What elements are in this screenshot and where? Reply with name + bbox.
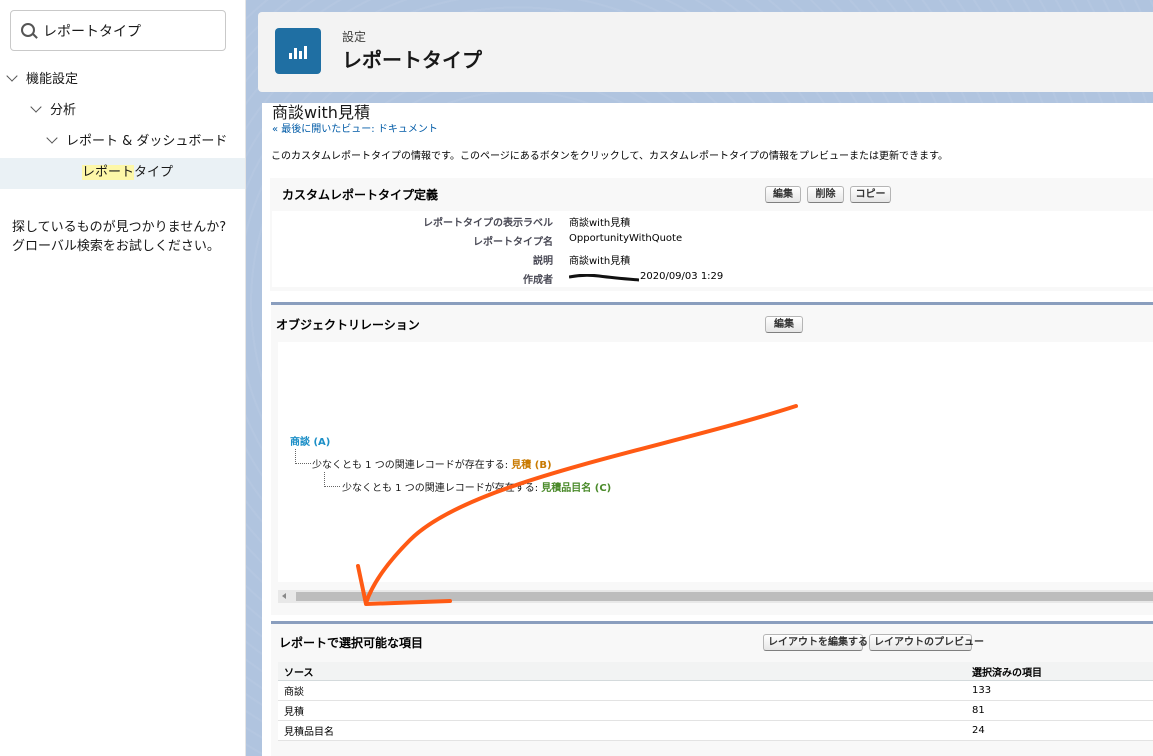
related-object-c: 少なくとも 1 つの関連レコードが存在する: 見積品目名 (C) (342, 483, 612, 494)
scroll-left-icon[interactable] (282, 593, 286, 599)
tree-item-analytics[interactable]: 分析 (30, 99, 77, 123)
report-type-detail: 商談with見積 « 最後に開いたビュー: ドキュメント このカスタムレポートタ… (262, 103, 1153, 756)
chevron-down-icon[interactable] (30, 101, 42, 113)
edit-relations-button[interactable]: 編集 (765, 316, 803, 333)
preview-layout-button[interactable]: レイアウトのプレビュー (869, 634, 984, 651)
breadcrumb: 設定 (342, 30, 367, 44)
tree-item-label: レポート & ダッシュボード (66, 134, 228, 149)
horizontal-scrollbar[interactable] (278, 590, 1153, 603)
source-cell: 見積品目名 (278, 720, 966, 741)
report-chart-icon (275, 28, 321, 74)
detail-row: 説明 商談with見積 (272, 249, 1153, 269)
report-fields-section: レポートで選択可能な項目 レイアウトを編集する レイアウトのプレビュー ソース … (271, 621, 1153, 756)
search-icon (21, 23, 35, 37)
created-date: 2020/09/03 1:29 (640, 271, 724, 282)
table-row: 見積 81 (278, 700, 1153, 721)
source-cell: 商談 (278, 680, 966, 701)
fields-table: ソース 選択済みの項目 商談 133 見積 81 見積品目名 24 (278, 662, 1153, 741)
not-found-line1: 探しているものが見つかりませんか? (12, 220, 227, 235)
back-to-list-link[interactable]: « 最後に開いたビュー: ドキュメント (272, 120, 438, 135)
tree-connector (295, 449, 311, 464)
tree-item-label: 機能設定 (26, 72, 79, 87)
relation-diagram: 商談 (A) 少なくとも 1 つの関連レコードが存在する: 見積 (B) 少なく… (278, 342, 1153, 582)
field-value: 商談with見積 (569, 218, 631, 229)
field-label: レポートタイプ名 (473, 237, 553, 248)
page-title: レポートタイプ (342, 48, 482, 72)
field-value: OpportunityWithQuote (569, 233, 683, 244)
label-rest: タイプ (134, 165, 174, 180)
related-object-b: 少なくとも 1 つの関連レコードが存在する: 見積 (B) (312, 460, 552, 471)
scrollbar-thumb[interactable] (296, 592, 1153, 601)
tree-item-label: 分析 (50, 103, 77, 118)
not-found-help-text: 探しているものが見つかりませんか? グローバル検索をお試しください。 (12, 218, 226, 256)
section-title: オブジェクトリレーション (276, 318, 420, 332)
page-header: 設定 レポートタイプ (258, 12, 1153, 92)
page-description: このカスタムレポートタイプの情報です。このページにあるボタンをクリックして、カス… (271, 151, 948, 162)
not-found-line2: グローバル検索をお試しください。 (12, 239, 220, 254)
detail-row: 作成者 2020/09/03 1:29 (272, 268, 1153, 287)
table-row: 商談 133 (278, 680, 1153, 701)
field-label: 説明 (533, 256, 553, 267)
count-cell: 24 (966, 720, 1153, 741)
redaction-scribble (569, 274, 639, 282)
field-label: レポートタイプの表示ラベル (423, 218, 553, 229)
copy-button[interactable]: コピー (850, 186, 891, 203)
column-header-selected: 選択済みの項目 (966, 662, 1153, 681)
tree-connector (324, 472, 340, 487)
tree-item-reports-dashboards[interactable]: レポート & ダッシュボード (46, 130, 228, 154)
column-header-source: ソース (278, 662, 966, 681)
chevron-down-icon[interactable] (6, 70, 18, 82)
chevron-down-icon[interactable] (46, 132, 58, 144)
count-cell: 81 (966, 700, 1153, 721)
definition-section: カスタムレポートタイプ定義 編集 削除 コピー レポートタイプの表示ラベル 商談… (270, 178, 1153, 291)
search-highlight: レポート (82, 165, 135, 180)
quick-find-input[interactable] (43, 19, 218, 43)
tree-item-report-types-label[interactable]: レポートタイプ (82, 163, 173, 183)
tree-item-feature-settings[interactable]: 機能設定 (6, 68, 79, 92)
edit-layout-button[interactable]: レイアウトを編集する (763, 634, 868, 651)
table-row: 見積品目名 24 (278, 720, 1153, 741)
setup-sidebar: 機能設定 分析 レポート & ダッシュボード レポートタイプ 探しているものが見… (0, 0, 246, 756)
primary-object: 商談 (A) (290, 437, 331, 448)
section-title: レポートで選択可能な項目 (279, 636, 424, 650)
edit-button[interactable]: 編集 (765, 186, 801, 203)
quick-find-search[interactable] (10, 10, 226, 51)
delete-button[interactable]: 削除 (807, 186, 844, 203)
table-header-row: ソース 選択済みの項目 (278, 662, 1153, 681)
field-label: 作成者 (523, 275, 553, 286)
source-cell: 見積 (278, 700, 966, 721)
detail-row: レポートタイプ名 OpportunityWithQuote (272, 230, 1153, 250)
section-title: カスタムレポートタイプ定義 (282, 188, 439, 202)
detail-row: レポートタイプの表示ラベル 商談with見積 (272, 211, 1153, 231)
count-cell: 133 (966, 680, 1153, 701)
field-value: 商談with見積 (569, 256, 631, 267)
object-relations-section: オブジェクトリレーション 編集 商談 (A) 少なくとも 1 つの関連レコードが… (271, 302, 1153, 615)
